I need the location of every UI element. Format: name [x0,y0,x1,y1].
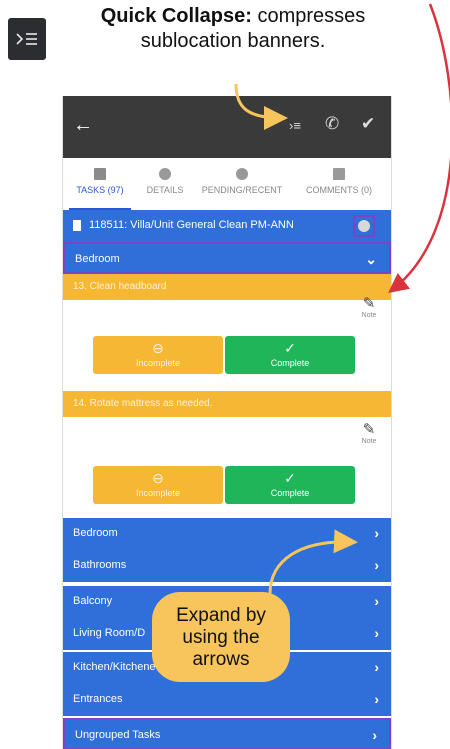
chevron-right-icon[interactable]: › [374,625,379,641]
quick-collapse-icon [8,18,46,60]
section-label: Kitchen/Kitchene [73,661,156,673]
chevron-right-icon[interactable]: › [374,659,379,675]
tab-tasks[interactable]: TASKS (97) [69,158,131,210]
note-label: Note [361,438,377,445]
chevron-right-icon[interactable]: › [374,691,379,707]
play-button[interactable] [353,215,375,237]
app-toolbar: ← ›≡ ✆ ✔ [63,96,391,158]
callout-line2: sublocation banners. [140,30,326,52]
section-label: Entrances [73,693,123,705]
chevron-down-icon[interactable]: ⌄ [365,251,377,268]
incomplete-button[interactable]: ⊖ Incomplete [93,336,223,374]
section-ungrouped-tasks[interactable]: Ungrouped Tasks › [63,718,391,749]
complete-label: Complete [270,488,310,498]
tab-details[interactable]: DETAILS [137,158,193,210]
phone-icon[interactable]: ✆ [325,114,339,134]
task-title: 13. Clean headboard [73,281,167,292]
chevron-right-icon[interactable]: › [374,525,379,541]
note-label: Note [361,312,377,319]
clock-icon [236,168,248,180]
check-icon[interactable]: ✔ [361,114,375,134]
tab-pending-recent[interactable]: PENDING/RECENT [197,158,287,210]
section-label: Living Room/D [73,627,146,639]
edit-note-icon: ✎ [362,295,376,312]
complete-button[interactable]: ✓ Complete [225,336,355,374]
back-arrow-icon[interactable]: ← [73,114,93,137]
work-order-banner[interactable]: 118511: Villa/Unit General Clean PM-ANN [63,210,391,242]
note-button[interactable]: ✎ Note [355,421,383,446]
expand-callout: Expand by using the arrows [152,592,290,682]
edit-note-icon: ✎ [362,421,376,438]
section-label: Ungrouped Tasks [75,729,161,741]
task-header: 14. Rotate mattress as needed. [63,391,391,417]
section-label: Bathrooms [73,559,127,571]
play-icon [358,220,370,232]
chevron-right-icon[interactable]: › [374,593,379,609]
tab-comments-label: COMMENTS (0) [306,185,372,195]
complete-label: Complete [270,358,310,368]
quick-collapse-button-icon[interactable]: ›≡ [289,118,301,133]
list-icon [94,168,106,180]
callout-bottom-line3: arrows [192,649,250,670]
task-title: 14. Rotate mattress as needed. [73,398,213,409]
work-order-title: 118511: Villa/Unit General Clean PM-ANN [89,219,294,231]
tab-bar: TASKS (97) DETAILS PENDING/RECENT COMMEN… [63,158,391,211]
callout-bottom-line2: using the [182,627,260,648]
callout-line1: compresses [251,5,366,27]
section-entrances[interactable]: Entrances › [63,684,391,716]
document-icon [73,220,81,231]
tab-pending-label: PENDING/RECENT [201,185,283,195]
tab-tasks-label: TASKS (97) [76,185,124,195]
note-button[interactable]: ✎ Note [355,295,383,320]
minus-circle-icon: ⊖ [152,340,164,356]
chevron-right-icon[interactable]: › [374,557,379,573]
image-icon [333,168,345,180]
section-label: Bedroom [73,527,118,539]
tab-comments[interactable]: COMMENTS (0) [291,158,387,210]
chevron-right-icon[interactable]: › [372,727,377,743]
checkmark-icon: ✓ [284,340,296,356]
section-bedroom[interactable]: Bedroom › [63,518,391,550]
task-header: 13. Clean headboard [63,274,391,300]
section-bathrooms[interactable]: Bathrooms › [63,550,391,582]
quick-collapse-callout: Quick Collapse: compresses sublocation b… [58,4,408,54]
incomplete-button[interactable]: ⊖ Incomplete [93,466,223,504]
incomplete-label: Incomplete [135,488,181,498]
tab-details-label: DETAILS [146,185,184,195]
complete-button[interactable]: ✓ Complete [225,466,355,504]
incomplete-label: Incomplete [135,358,181,368]
callout-bold: Quick Collapse: [100,5,252,27]
callout-bottom-line1: Expand by [176,605,266,626]
info-icon [159,168,171,180]
checkmark-icon: ✓ [284,470,296,486]
section-label: Balcony [73,595,113,607]
section-bedroom-expanded[interactable]: Bedroom ⌄ [63,242,391,274]
collapse-glyph-icon [16,33,37,45]
section-label: Bedroom [75,253,120,265]
minus-circle-icon: ⊖ [152,470,164,486]
